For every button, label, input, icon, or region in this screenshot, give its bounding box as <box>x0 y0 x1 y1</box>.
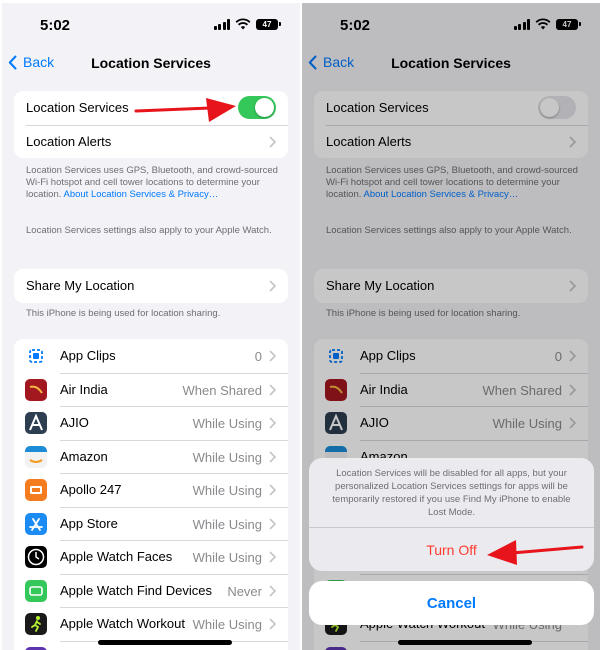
app-name: Apple Watch Faces <box>60 549 173 565</box>
app-name: AJIO <box>60 415 89 431</box>
app-permission-value: While Using <box>192 483 262 498</box>
app-name: Apollo 247 <box>60 482 122 498</box>
status-bar: 5:02 47 <box>2 3 300 47</box>
app-row-find-devices[interactable]: Apple Watch Find Devices Never <box>14 573 288 608</box>
app-clips-icon <box>25 345 47 367</box>
workout-icon <box>25 613 47 635</box>
app-name: App Clips <box>60 348 116 364</box>
app-permission-value: While Using <box>192 416 262 431</box>
app-row-ajio[interactable]: AJIO While Using <box>14 406 288 440</box>
navigation-bar: Back Location Services <box>2 47 300 81</box>
app-name: Air India <box>60 381 108 397</box>
chevron-right-icon <box>269 383 276 396</box>
app-store-icon <box>25 512 47 535</box>
app-name: Amazon <box>60 448 108 464</box>
chevron-right-icon <box>269 417 276 429</box>
wifi-icon <box>235 18 251 30</box>
ajio-icon <box>25 412 47 434</box>
about-privacy-link[interactable]: About Location Services & Privacy… <box>64 189 219 200</box>
app-icon <box>25 646 47 650</box>
apple-watch-footer: Location Services settings also apply to… <box>26 225 272 236</box>
app-row-apollo[interactable]: Apollo 247 While Using <box>14 473 288 507</box>
chevron-right-icon <box>269 350 276 362</box>
page-title: Location Services <box>91 55 211 71</box>
chevron-right-icon <box>269 584 276 597</box>
chevron-right-icon <box>269 135 276 148</box>
app-row-watch-faces[interactable]: Apple Watch Faces While Using <box>14 540 288 574</box>
amazon-icon <box>25 445 47 468</box>
home-indicator <box>98 640 232 645</box>
air-india-icon <box>25 378 47 401</box>
find-devices-icon <box>25 579 47 602</box>
apollo-icon <box>25 479 47 501</box>
apps-list: App Clips 0 Air India When Shared AJIO W… <box>14 339 288 650</box>
annotation-arrow-icon <box>134 98 236 122</box>
location-services-label: Location Services <box>26 100 129 116</box>
left-screen: 5:02 47 Back Location Services Location … <box>2 3 300 650</box>
app-permission-value: While Using <box>192 550 262 565</box>
right-screen: 5:02 47 Back Location Services Location … <box>302 3 600 650</box>
app-name: App Store <box>60 515 118 531</box>
chevron-right-icon <box>269 551 276 563</box>
app-row-workout[interactable]: Apple Watch Workout While Using <box>14 607 288 641</box>
status-time: 5:02 <box>40 17 71 34</box>
app-name: Apple Watch Workout <box>60 616 185 632</box>
cancel-button[interactable]: Cancel <box>309 581 594 625</box>
annotation-arrow-icon <box>487 540 584 565</box>
cellular-signal-icon <box>213 18 230 30</box>
location-alerts-row[interactable]: Location Alerts <box>14 124 288 159</box>
app-permission-value: While Using <box>192 617 262 632</box>
app-row-app-clips[interactable]: App Clips 0 <box>14 339 288 373</box>
app-permission-value: When Shared <box>182 382 263 398</box>
location-services-footer: Location Services uses GPS, Bluetooth, a… <box>26 165 278 200</box>
share-location-group: Share My Location <box>14 269 288 303</box>
share-location-footer: This iPhone is being used for location s… <box>26 308 221 319</box>
app-row-amazon[interactable]: Amazon While Using <box>14 439 288 474</box>
location-services-toggle[interactable] <box>238 96 276 119</box>
app-permission-value: While Using <box>192 516 262 532</box>
app-row-air-india[interactable]: Air India When Shared <box>14 372 288 407</box>
chevron-right-icon <box>269 618 276 630</box>
app-row-app-store[interactable]: App Store While Using <box>14 506 288 541</box>
app-permission-value: 0 <box>254 349 262 364</box>
app-permission-value: While Using <box>192 449 262 465</box>
battery-icon: 47 <box>256 18 281 30</box>
app-name: Apple Watch Find Devices <box>60 582 212 598</box>
share-my-location-row[interactable]: Share My Location <box>14 269 288 303</box>
share-my-location-label: Share My Location <box>26 278 135 294</box>
chevron-right-icon <box>269 280 276 292</box>
action-sheet-message: Location Services will be disabled for a… <box>332 468 571 518</box>
chevron-right-icon <box>269 450 276 463</box>
watch-faces-icon <box>25 546 47 568</box>
chevron-right-icon <box>269 517 276 530</box>
app-permission-value: Never <box>227 583 262 599</box>
location-alerts-label: Location Alerts <box>26 133 112 149</box>
chevron-right-icon <box>269 484 276 496</box>
